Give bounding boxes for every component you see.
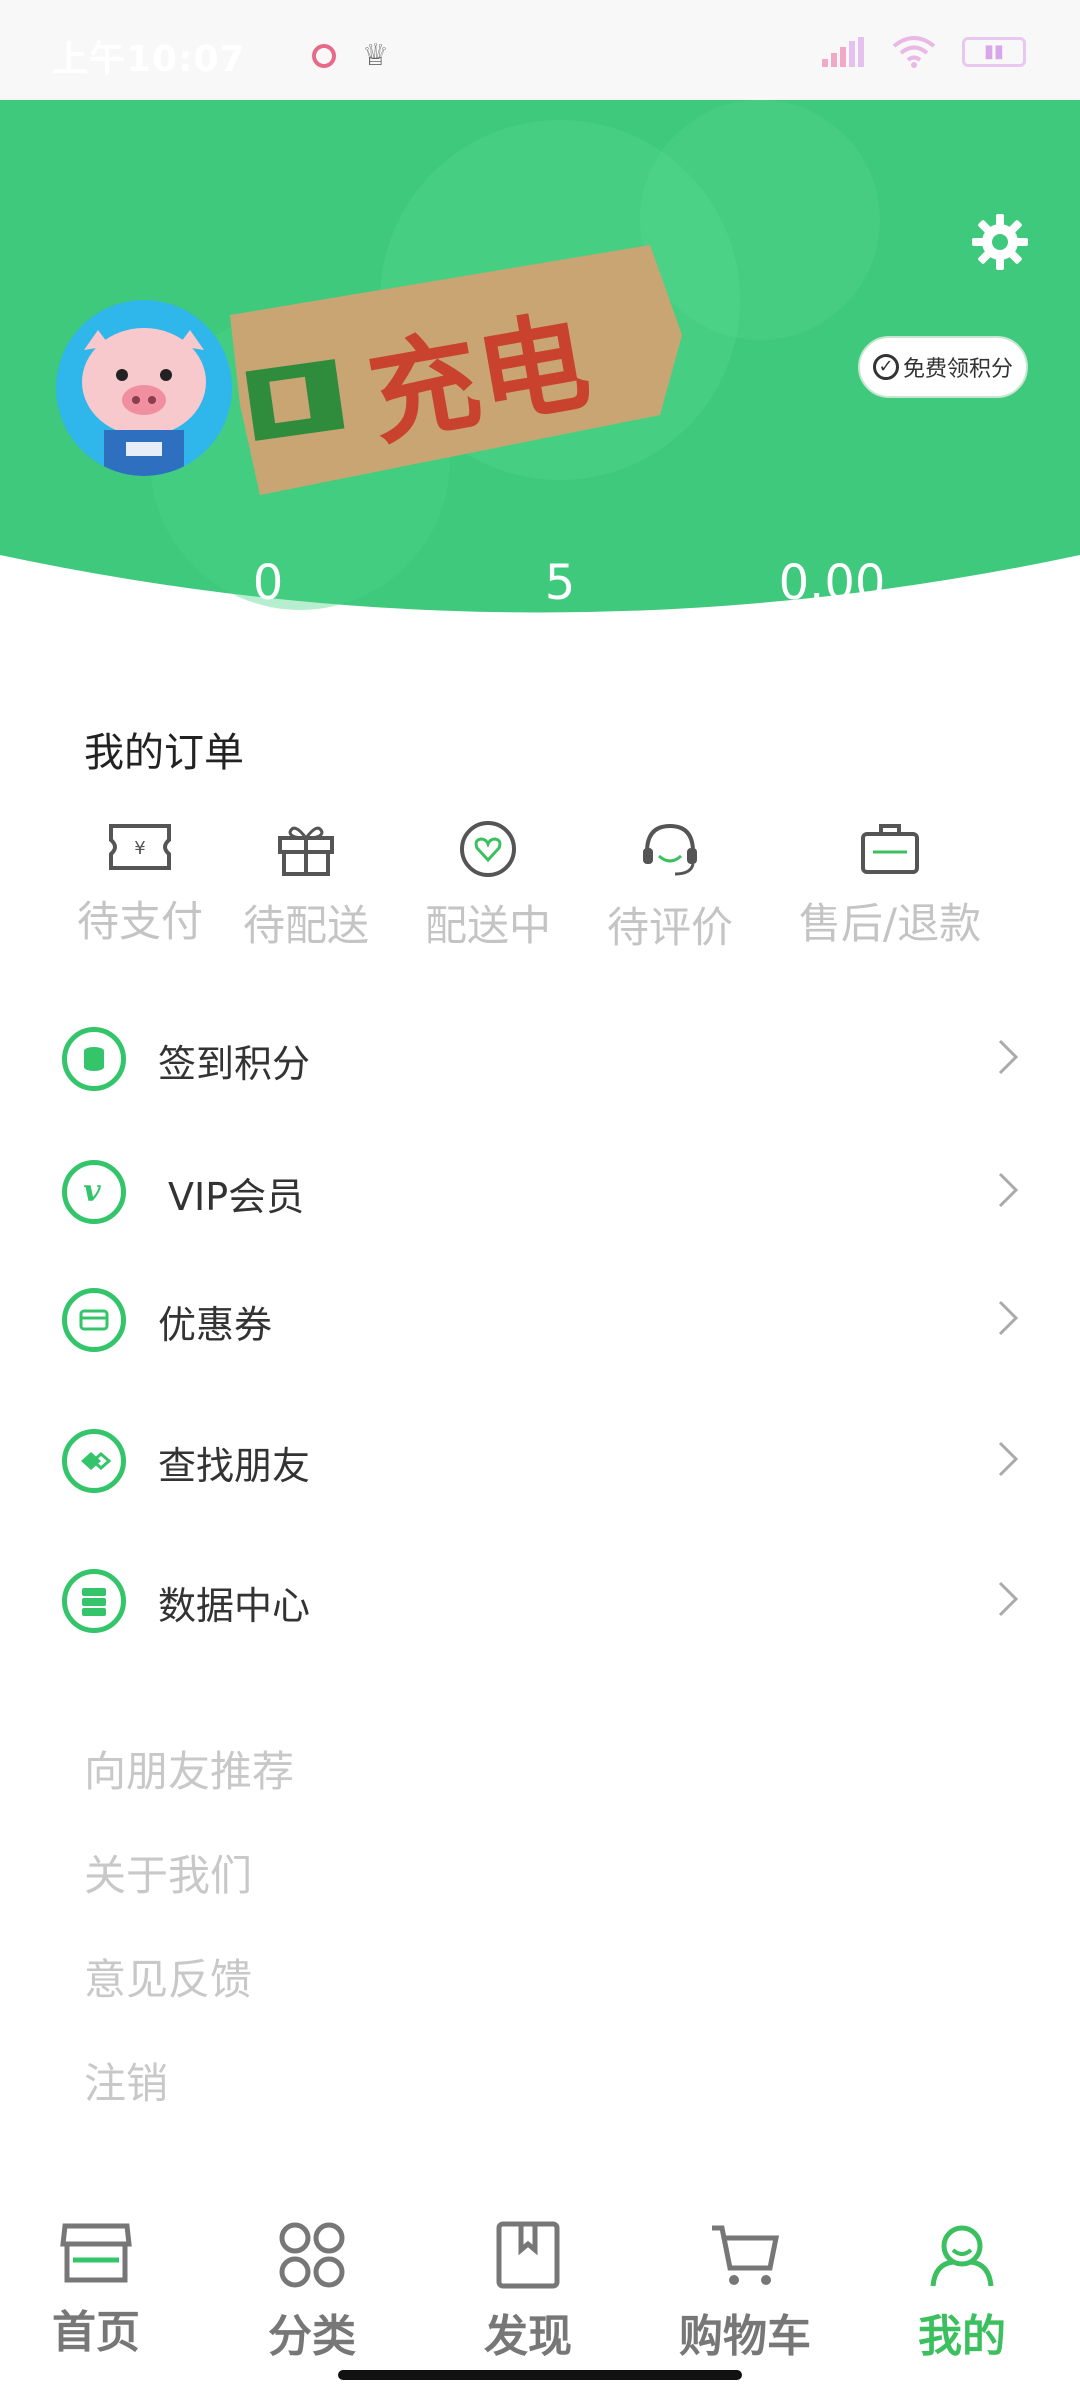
heart-circle-icon <box>460 821 516 877</box>
coins-icon <box>62 1027 126 1091</box>
order-status-row: ¥ 待支付 待配送 配送中 待评价 售后/退款 <box>60 820 1020 953</box>
coupon-card-icon <box>62 1288 126 1352</box>
stat-value: 5 <box>544 555 576 611</box>
nav-label: 发现 <box>484 2311 572 2362</box>
chevron-right-icon <box>998 1172 1019 1208</box>
order-label: 待评价 <box>606 903 733 952</box>
nav-cart[interactable]: 购物车 <box>645 2220 845 2364</box>
stat-label: 优惠券 <box>168 611 368 620</box>
status-bar: 上午10:07 ♕ ▮▮ <box>0 0 1080 100</box>
free-points-label: 免费领积分 <box>902 357 1013 382</box>
chevron-right-icon <box>998 1441 1019 1477</box>
order-in-delivery[interactable]: 配送中 <box>408 820 568 953</box>
order-label: 售后/退款 <box>798 899 982 948</box>
order-label: 待配送 <box>242 901 369 950</box>
link-about-us[interactable]: 关于我们 <box>84 1842 252 1903</box>
nav-discover[interactable]: 发现 <box>428 2220 628 2364</box>
order-label: 配送中 <box>424 901 551 950</box>
bookmark-book-icon <box>496 2221 560 2289</box>
stat-value: 0.00 <box>778 555 886 611</box>
charging-tag-badge: 充电 <box>230 245 682 495</box>
menu-label: 签到积分 <box>158 1042 311 1086</box>
svg-text:v: v <box>83 1174 101 1209</box>
home-indicator[interactable] <box>338 2370 742 2380</box>
chevron-right-icon <box>998 1300 1019 1336</box>
link-recommend-to-friends[interactable]: 向朋友推荐 <box>84 1738 294 1799</box>
menu-label: 数据中心 <box>158 1584 311 1628</box>
link-logout[interactable]: 注销 <box>84 2050 168 2111</box>
stat-label: 余额 <box>732 611 932 620</box>
avatar[interactable] <box>56 300 232 476</box>
order-after-sales[interactable]: 售后/退款 <box>780 820 1000 951</box>
wifi-icon <box>892 36 936 68</box>
order-pending-review[interactable]: 待评价 <box>590 820 750 955</box>
nav-me[interactable]: 我的 <box>862 2220 1062 2364</box>
gift-icon <box>278 826 334 876</box>
status-notification-icons: ♕ <box>312 38 389 73</box>
free-points-button[interactable]: ✓ 免费领积分 <box>858 336 1028 398</box>
cart-icon <box>712 2225 780 2285</box>
stat-value: 0 <box>252 555 284 611</box>
stat-coupons[interactable]: 0 优惠券 <box>168 555 368 620</box>
check-circle-icon: ✓ <box>872 354 899 380</box>
order-pending-payment[interactable]: ¥ 待支付 <box>40 820 240 949</box>
stat-points[interactable]: 5 积分 <box>460 555 660 620</box>
vip-icon: v <box>62 1160 126 1224</box>
find-friends-icon <box>62 1429 126 1493</box>
status-time: 上午10:07 <box>52 39 246 80</box>
battery-icon: ▮▮ <box>962 37 1026 67</box>
headset-icon <box>643 823 697 876</box>
record-icon <box>312 43 336 68</box>
orders-title: 我的订单 <box>84 730 244 776</box>
nav-home[interactable]: 首页 <box>0 2220 196 2360</box>
nav-category[interactable]: 分类 <box>212 2220 412 2364</box>
stat-balance[interactable]: 0.00 余额 <box>732 555 932 620</box>
nav-label: 我的 <box>918 2311 1006 2362</box>
chevron-right-icon <box>998 1581 1019 1617</box>
nav-label: 首页 <box>52 2307 140 2358</box>
svg-text:¥: ¥ <box>134 838 145 859</box>
chevron-right-icon <box>998 1039 1019 1075</box>
database-icon <box>62 1569 126 1633</box>
signal-icon <box>822 37 864 67</box>
nav-label: 购物车 <box>679 2311 811 2362</box>
menu-item-vip[interactable]: v VIP会员 <box>0 1136 1080 1246</box>
menu-item-find-friends[interactable]: 查找朋友 <box>0 1405 1080 1515</box>
pig-avatar-icon <box>82 328 206 476</box>
category-grid-icon <box>279 2222 345 2288</box>
menu-item-checkin-points[interactable]: 签到积分 <box>0 1003 1080 1113</box>
settings-gear-icon[interactable] <box>970 212 1030 272</box>
profile-header: 充电 ✓ 免费领积分 0 优惠券 5 积分 0.00 余额 <box>0 100 1080 620</box>
stat-label: 积分 <box>460 611 660 620</box>
nav-label: 分类 <box>268 2311 356 2362</box>
crown-icon: ♕ <box>362 38 389 73</box>
status-system-icons: ▮▮ <box>822 36 1026 68</box>
order-label: 待支付 <box>76 897 203 946</box>
menu-label: 优惠券 <box>158 1303 273 1347</box>
menu-label: VIP会员 <box>168 1175 305 1219</box>
ticket-yen-icon: ¥ <box>109 824 171 870</box>
link-feedback[interactable]: 意见反馈 <box>84 1946 252 2007</box>
menu-label: 查找朋友 <box>158 1444 311 1488</box>
user-icon <box>930 2225 994 2287</box>
menu-item-coupons[interactable]: 优惠券 <box>0 1264 1080 1374</box>
store-icon <box>60 2223 132 2283</box>
menu-item-data-center[interactable]: 数据中心 <box>0 1545 1080 1655</box>
order-pending-delivery[interactable]: 待配送 <box>226 820 386 953</box>
briefcase-icon <box>861 824 919 874</box>
